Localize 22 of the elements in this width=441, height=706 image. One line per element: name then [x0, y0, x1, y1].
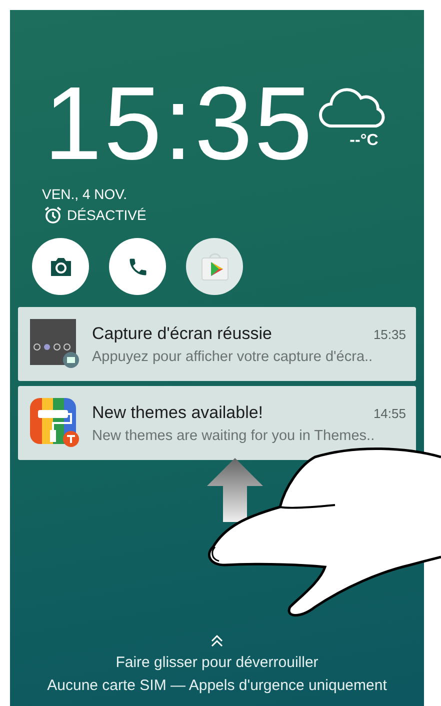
unlock-hint: Faire glisser pour déverrouiller: [116, 654, 318, 671]
screenshot-thumbnail-icon: [30, 319, 80, 369]
double-chevron-up-icon: [210, 634, 224, 648]
notification-card[interactable]: New themes available! 14:55 New themes are waiting for you in Themes..: [18, 386, 416, 460]
cloud-icon: [318, 86, 386, 130]
date-label: VEN., 4 NOV.: [42, 186, 128, 202]
notification-title: New themes available!: [92, 402, 264, 422]
sim-status: Aucune carte SIM — Appels d'urgence uniquement: [47, 677, 387, 694]
notification-time: 14:55: [373, 406, 406, 420]
notification-time: 15:35: [373, 326, 406, 342]
store-bag-icon: [198, 250, 230, 282]
paint-roller-icon: [30, 398, 80, 448]
notification-text: Appuyez pour afficher votre capture d'écra..: [92, 348, 374, 364]
alarm-status: DÉSACTIVÉ: [67, 208, 146, 222]
notification-text: New themes are waiting for you in Themes..: [92, 428, 376, 444]
camera-icon: [48, 256, 72, 276]
clock-time: 15:35: [44, 72, 314, 176]
up-arrow-drawing: [207, 458, 263, 522]
notification-card[interactable]: Capture d'écran réussie 15:35 Appuyez pour afficher votre capture d'écra..: [18, 307, 416, 381]
temperature: --°C: [350, 132, 378, 150]
notification-title: Capture d'écran réussie: [92, 324, 272, 344]
alarm-clock-icon: [44, 206, 62, 224]
